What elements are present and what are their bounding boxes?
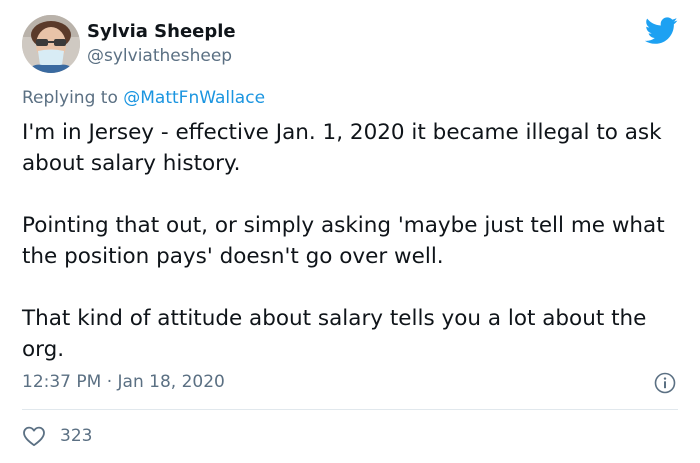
- tweet-paragraph: Pointing that out, or simply asking 'may…: [22, 213, 665, 269]
- reply-mention-link[interactable]: @MattFnWallace: [123, 88, 265, 108]
- divider: [22, 409, 678, 410]
- avatar[interactable]: [22, 15, 80, 73]
- replying-to: Replying to @MattFnWallace: [22, 88, 265, 108]
- tweet-text: I'm in Jersey - effective Jan. 1, 2020 i…: [22, 117, 686, 365]
- author-handle[interactable]: @sylviathesheep: [87, 46, 232, 66]
- heart-icon[interactable]: [22, 425, 46, 447]
- like-count: 323: [60, 426, 93, 446]
- tweet-date: Jan 18, 2020: [117, 372, 225, 392]
- replying-prefix: Replying to: [22, 88, 124, 108]
- avatar-image: [22, 15, 80, 73]
- tweet-paragraph: I'm in Jersey - effective Jan. 1, 2020 i…: [22, 120, 662, 176]
- tweet-timestamp[interactable]: 12:37 PM · Jan 18, 2020: [22, 372, 225, 392]
- tweet-paragraph: That kind of attitude about salary tells…: [22, 306, 647, 362]
- twitter-bird-icon[interactable]: [645, 17, 678, 45]
- meta-separator: ·: [101, 372, 118, 392]
- tweet-time: 12:37 PM: [22, 372, 102, 392]
- tweet-card: Sylvia Sheeple @sylviathesheep Replying …: [0, 0, 700, 463]
- author-display-name[interactable]: Sylvia Sheeple: [87, 21, 236, 42]
- info-icon[interactable]: [654, 372, 676, 394]
